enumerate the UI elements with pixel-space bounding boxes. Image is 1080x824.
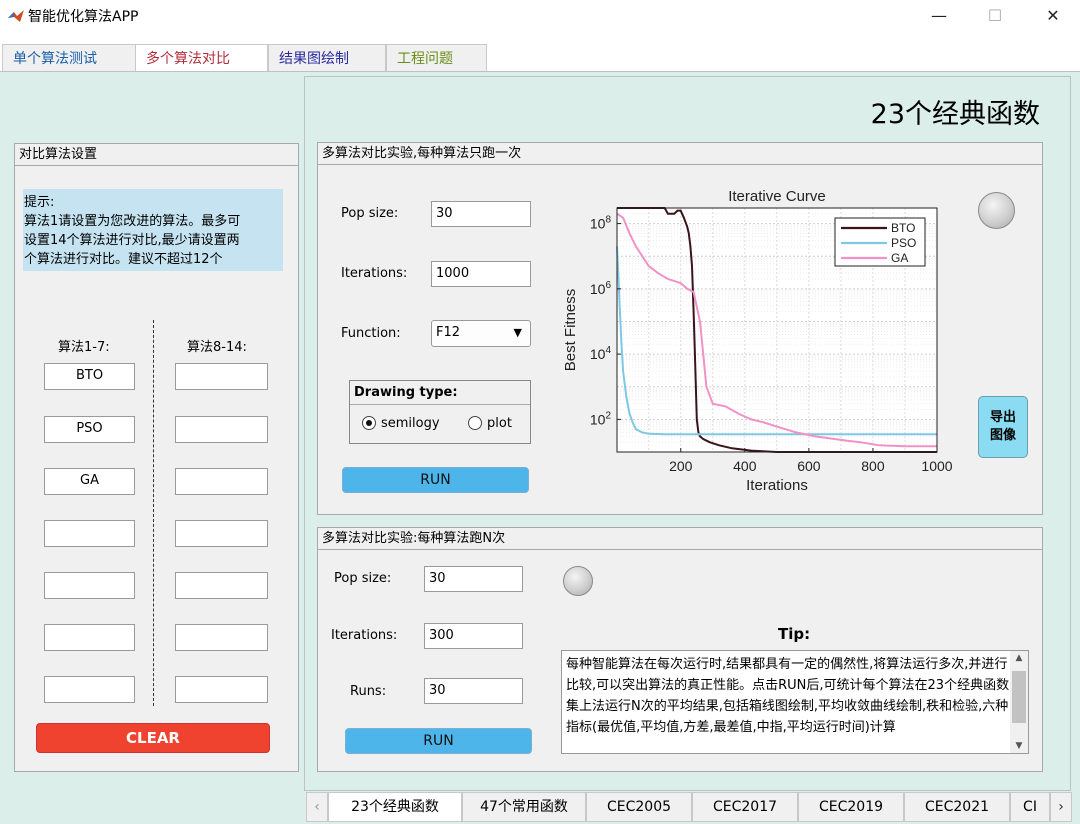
algorithm-input[interactable]: GA — [44, 468, 135, 495]
radio-plot-label: plot — [487, 416, 512, 431]
algorithm-input[interactable] — [44, 572, 135, 599]
close-button[interactable]: ✕ — [1030, 4, 1076, 28]
algorithm-input[interactable] — [175, 468, 268, 495]
chart-title: Iterative Curve — [728, 188, 826, 205]
radio-semilogy[interactable] — [362, 416, 376, 430]
iterations-input[interactable]: 1000 — [431, 261, 531, 287]
chevron-down-icon: ▼ — [513, 326, 522, 339]
radio-selected-dot — [366, 420, 372, 426]
multi-run-title: 多算法对比实验:每种算法跑N次 — [318, 528, 1042, 550]
tab-scroll-right-icon[interactable]: › — [1050, 792, 1072, 822]
x-tick-label: 200 — [669, 458, 693, 474]
bottom-tab[interactable]: CEC2005 — [586, 792, 692, 822]
tip-label: Tip: — [778, 625, 811, 643]
algorithm-input[interactable] — [175, 363, 268, 390]
algorithm-input[interactable] — [175, 416, 268, 443]
y-axis-label: Best Fitness — [562, 289, 579, 372]
hint-line: 设置14个算法进行对比,最少请设置两 — [24, 233, 240, 248]
function-select[interactable]: F12 ▼ — [431, 320, 531, 347]
multi-iterations-input[interactable]: 300 — [424, 623, 523, 649]
algorithm-input[interactable] — [175, 624, 268, 651]
export-image-button[interactable]: 导出 图像 — [978, 396, 1028, 458]
tab-scroll-left-icon[interactable]: ‹ — [306, 792, 328, 822]
legend-label: PSO — [891, 236, 916, 250]
col2-label: 算法8-14: — [187, 340, 247, 355]
algorithm-input[interactable] — [44, 520, 135, 547]
scroll-down-icon[interactable]: ▼ — [1010, 739, 1028, 753]
runs-label: Runs: — [350, 684, 387, 699]
hint-line: 提示: — [24, 195, 55, 210]
column-divider — [153, 320, 154, 706]
export-label-line2: 图像 — [989, 428, 1016, 443]
y-tick-label: 104 — [590, 345, 612, 362]
bottom-tab[interactable]: CEC2019 — [798, 792, 904, 822]
drawing-type-group: Drawing type: — [349, 380, 531, 444]
y-tick-label: 106 — [590, 280, 612, 297]
function-label: Function: — [341, 326, 401, 341]
clear-button[interactable]: CLEAR — [36, 723, 270, 753]
multi-pop-size-label: Pop size: — [334, 571, 392, 586]
tip-text: 每种智能算法在每次运行时,结果都具有一定的偶然性,将算法运行多次,并进行比较,可… — [566, 657, 1010, 735]
bottom-tab[interactable]: 23个经典函数 — [328, 792, 462, 822]
scroll-thumb[interactable] — [1012, 671, 1026, 723]
page-heading: 23个经典函数 — [870, 99, 1040, 130]
algorithm-input[interactable] — [44, 624, 135, 651]
run-single-button[interactable]: RUN — [342, 467, 529, 493]
tab-multi-algorithm[interactable]: 多个算法对比 — [135, 44, 268, 73]
drawing-type-label: Drawing type: — [350, 381, 530, 405]
maximize-button[interactable]: ☐ — [972, 4, 1018, 28]
multi-pop-size-input[interactable]: 30 — [424, 566, 523, 592]
bottom-tab[interactable]: CEC2017 — [692, 792, 798, 822]
hint-line: 个算法进行对比。建议不超过12个 — [24, 252, 223, 267]
algorithm-input[interactable] — [175, 676, 268, 703]
scrollbar[interactable]: ▲ ▼ — [1010, 651, 1028, 753]
tab-result-plot[interactable]: 结果图绘制 — [268, 44, 386, 72]
algorithm-input[interactable]: BTO — [44, 363, 135, 390]
y-tick-label: 108 — [590, 215, 612, 232]
x-tick-label: 600 — [797, 458, 821, 474]
run-multi-button[interactable]: RUN — [345, 728, 532, 754]
multi-iterations-label: Iterations: — [331, 628, 398, 643]
compare-settings-title: 对比算法设置 — [15, 144, 298, 166]
single-run-title: 多算法对比实验,每种算法只跑一次 — [318, 143, 1042, 165]
x-axis-label: Iterations — [746, 477, 808, 494]
legend-label: BTO — [891, 221, 915, 235]
iterations-label: Iterations: — [341, 266, 408, 281]
tab-single-algorithm[interactable]: 单个算法测试 — [2, 44, 136, 72]
bottom-tab[interactable]: CI — [1010, 792, 1050, 822]
algorithm-input[interactable] — [44, 676, 135, 703]
title-bar: 智能优化算法APP — ☐ ✕ — [0, 0, 1080, 32]
matlab-icon — [8, 10, 24, 22]
y-tick-label: 102 — [590, 410, 612, 427]
tip-textarea[interactable]: 每种智能算法在每次运行时,结果都具有一定的偶然性,将算法运行多次,并进行比较,可… — [561, 650, 1029, 754]
col1-label: 算法1-7: — [58, 340, 110, 355]
x-tick-label: 800 — [861, 458, 885, 474]
export-label-line1: 导出 — [989, 410, 1016, 425]
bottom-tab[interactable]: CEC2021 — [904, 792, 1010, 822]
legend-label: GA — [891, 251, 908, 265]
runs-input[interactable]: 30 — [424, 678, 523, 704]
radio-semilogy-label: semilogy — [381, 416, 440, 431]
algorithm-input[interactable] — [175, 520, 268, 547]
x-tick-label: 400 — [733, 458, 757, 474]
multi-status-lamp — [563, 566, 593, 596]
minimize-button[interactable]: — — [916, 4, 962, 28]
x-tick-label: 1000 — [921, 458, 952, 474]
radio-plot[interactable] — [468, 416, 482, 430]
pop-size-input[interactable]: 30 — [431, 201, 531, 227]
iterative-curve-chart: 102 104 106 108 200 400 600 800 1000 Iterative Cu… — [562, 188, 953, 494]
function-value: F12 — [436, 325, 461, 340]
pop-size-label: Pop size: — [341, 206, 399, 221]
scroll-up-icon[interactable]: ▲ — [1010, 651, 1028, 665]
window-title: 智能优化算法APP — [28, 9, 139, 25]
hint-box: 提示: 算法1请设置为您改进的算法。最多可 设置14个算法进行对比,最少请设置两… — [23, 189, 283, 271]
algorithm-input[interactable]: PSO — [44, 416, 135, 443]
algorithm-input[interactable] — [175, 572, 268, 599]
bottom-tab[interactable]: 47个常用函数 — [462, 792, 586, 822]
hint-line: 算法1请设置为您改进的算法。最多可 — [24, 214, 241, 229]
status-lamp — [978, 192, 1015, 229]
tab-engineering[interactable]: 工程问题 — [386, 44, 487, 72]
